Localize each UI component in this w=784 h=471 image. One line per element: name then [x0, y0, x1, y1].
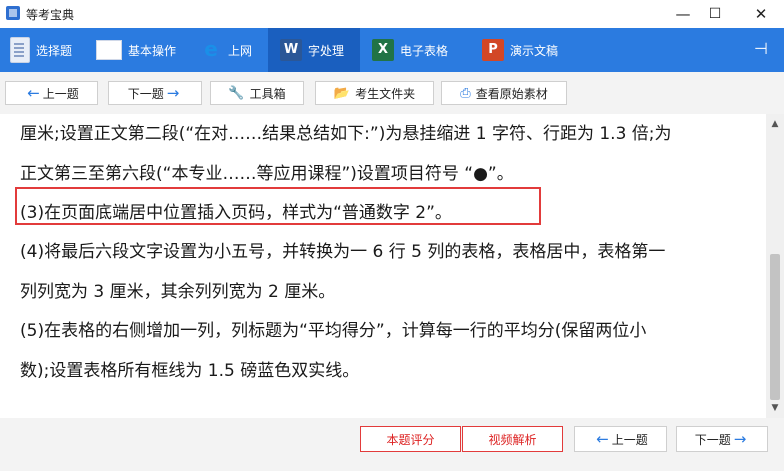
menu-item-word[interactable]: W 字处理 [268, 28, 360, 72]
arrow-right-icon: → [166, 84, 180, 102]
prev-label: 上一题 [42, 86, 79, 101]
window-icon [96, 40, 122, 60]
pin-icon[interactable]: ⊣ [752, 40, 770, 58]
question-line: (4)将最后六段文字设置为小五号，并转换为一 6 行 5 列的表格，表格居中，表… [20, 242, 666, 262]
menu-item-powerpoint[interactable]: P 演示文稿 [482, 28, 558, 72]
prev-label: 上一题 [611, 432, 648, 447]
bottom-action-bar: 本题评分 视频解析 ← 上一题 下一题 → [0, 418, 784, 471]
menu-item-label: 上网 [228, 43, 253, 58]
question-line: 列列宽为 3 厘米，其余列列宽为 2 厘米。 [20, 282, 336, 302]
menu-item-label: 字处理 [308, 43, 345, 58]
question-content: 厘米;设置正文第二段(“在对……结果总结如下:”)为悬挂缩进 1 字符、行距为 … [0, 114, 766, 418]
next-question-button[interactable]: 下一题 → [108, 81, 202, 105]
bottom-prev-button[interactable]: ← 上一题 [574, 426, 667, 452]
maximize-button[interactable]: ☐ [692, 2, 738, 26]
view-source-button[interactable]: ⎙ 查看原始素材 [441, 81, 567, 105]
toolbox-button[interactable]: 🔧 工具箱 [210, 81, 304, 105]
wrench-icon: 🔧 [228, 85, 245, 101]
question-line: (5)在表格的右侧增加一列，列标题为“平均得分”，计算每一行的平均分(保留两位小 [20, 321, 647, 341]
video-analysis-button[interactable]: 视频解析 [462, 426, 563, 452]
arrow-right-icon: → [733, 430, 747, 448]
scroll-down-icon[interactable]: ▼ [766, 402, 784, 414]
question-line: 数);设置表格所有框线为 1.5 磅蓝色双实线。 [20, 361, 360, 381]
toolbox-label: 工具箱 [249, 86, 286, 101]
score-button[interactable]: 本题评分 [360, 426, 461, 452]
highlight-box [15, 187, 541, 225]
window-title: 等考宝典 [26, 8, 75, 22]
question-line: 正文第三至第六段(“本专业……等应用课程”)设置项目符号 “●”。 [20, 164, 514, 184]
word-icon: W [280, 39, 302, 61]
scroll-up-icon[interactable]: ▲ [766, 118, 784, 130]
menu-item-label: 演示文稿 [510, 43, 559, 58]
view-document-icon: ⎙ [460, 85, 471, 101]
ie-icon: e [204, 37, 218, 61]
next-label: 下一题 [127, 86, 164, 101]
next-label: 下一题 [694, 432, 731, 447]
menu-item-excel[interactable]: X 电子表格 [372, 28, 448, 72]
powerpoint-icon: P [482, 39, 504, 61]
main-menu-bar: 选择题 基本操作 e 上网 W 字处理 X 电子表格 P 演示文稿 ⊣ [0, 28, 784, 72]
folder-icon: 📂 [333, 85, 351, 101]
menu-item-label: 电子表格 [400, 43, 449, 58]
bottom-next-button[interactable]: 下一题 → [676, 426, 768, 452]
question-toolbar: ← 上一题 下一题 → 🔧 工具箱 📂 考生文件夹 ⎙ 查看原始素材 [0, 72, 784, 115]
menu-item-label: 基本操作 [128, 43, 177, 58]
excel-icon: X [372, 39, 394, 61]
document-icon [10, 37, 30, 63]
menu-item-choice[interactable]: 选择题 [10, 28, 72, 72]
scrollbar-thumb[interactable] [770, 254, 780, 400]
view-source-label: 查看原始素材 [475, 86, 548, 101]
menu-item-basic-ops[interactable]: 基本操作 [96, 28, 176, 72]
student-folder-label: 考生文件夹 [355, 86, 416, 101]
close-button[interactable]: ✕ [738, 2, 784, 26]
menu-item-label: 选择题 [36, 43, 73, 58]
question-line: 厘米;设置正文第二段(“在对……结果总结如下:”)为悬挂缩进 1 字符、行距为 … [20, 124, 672, 144]
app-logo-icon [6, 6, 20, 20]
title-bar: 等考宝典 — ☐ ✕ [0, 0, 784, 28]
prev-question-button[interactable]: ← 上一题 [5, 81, 98, 105]
student-folder-button[interactable]: 📂 考生文件夹 [315, 81, 434, 105]
arrow-left-icon: ← [596, 430, 609, 448]
vertical-scrollbar[interactable]: ▲ ▼ [766, 114, 784, 418]
arrow-left-icon: ← [27, 84, 40, 102]
menu-item-internet[interactable]: e 上网 [200, 28, 252, 72]
